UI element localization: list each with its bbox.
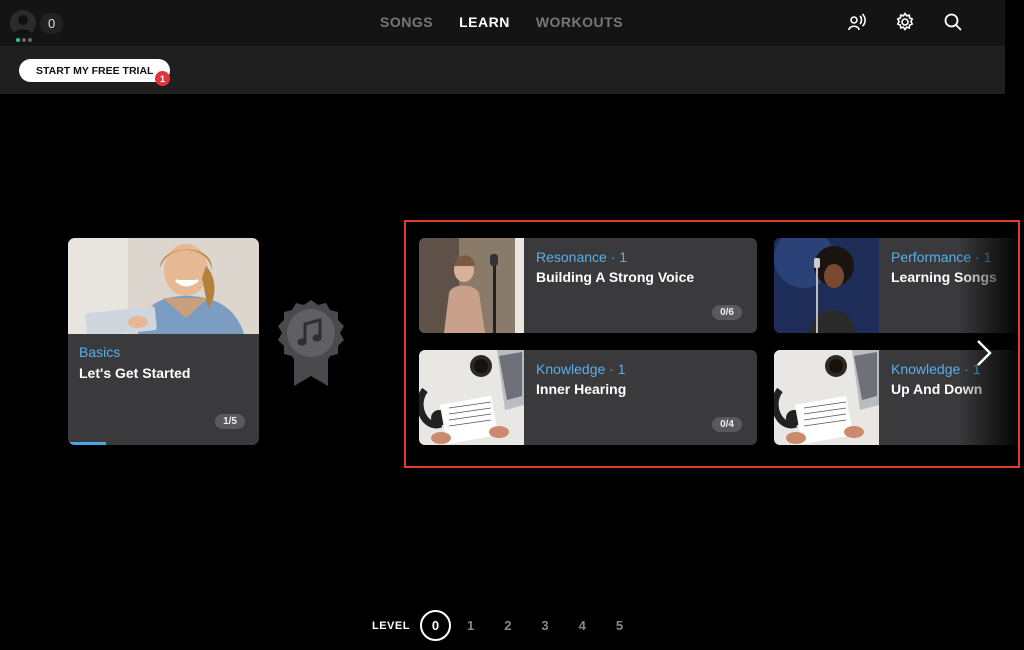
notification-badge: 1 bbox=[155, 71, 170, 86]
level-3[interactable]: 3 bbox=[541, 618, 548, 633]
nav-songs[interactable]: SONGS bbox=[380, 14, 433, 30]
lesson-thumbnail bbox=[419, 238, 524, 333]
main-nav: SONGS LEARN WORKOUTS bbox=[380, 14, 623, 30]
lesson-title: Learning Songs bbox=[891, 269, 997, 285]
level-selector: LEVEL 0 1 2 3 4 5 bbox=[372, 610, 653, 641]
lesson-thumbnail bbox=[774, 238, 879, 333]
lesson-progress: 0/4 bbox=[712, 417, 742, 432]
voice-icon[interactable] bbox=[847, 12, 867, 32]
music-note-badge-icon bbox=[278, 300, 344, 386]
level-label: LEVEL bbox=[372, 619, 410, 632]
lesson-category: Resonance · 1 bbox=[536, 249, 628, 265]
level-5[interactable]: 5 bbox=[616, 618, 623, 633]
profile-button[interactable]: 0 bbox=[10, 9, 64, 37]
lesson-card-learning-songs[interactable]: Performance · 1 Learning Songs bbox=[774, 238, 1018, 333]
lesson-title: Up And Down bbox=[891, 381, 983, 397]
lesson-thumbnail bbox=[419, 350, 524, 445]
lesson-card-inner-hearing[interactable]: Knowledge · 1 Inner Hearing 0/4 bbox=[419, 350, 757, 445]
level-2[interactable]: 2 bbox=[504, 618, 511, 633]
course-progress-fill bbox=[68, 442, 107, 445]
lesson-title: Inner Hearing bbox=[536, 381, 627, 397]
level-1[interactable]: 1 bbox=[467, 618, 474, 633]
lesson-thumbnail bbox=[774, 350, 879, 445]
chevron-right-icon[interactable] bbox=[974, 338, 994, 368]
course-title: Let's Get Started bbox=[79, 365, 191, 381]
top-nav-bar: 0 SONGS LEARN WORKOUTS bbox=[0, 0, 1005, 46]
lesson-category: Knowledge · 1 bbox=[891, 361, 981, 377]
lesson-category: Knowledge · 1 bbox=[536, 361, 626, 377]
course-photo bbox=[68, 238, 259, 334]
nav-workouts[interactable]: WORKOUTS bbox=[536, 14, 623, 30]
lesson-progress: 0/6 bbox=[712, 305, 742, 320]
course-progress-bar bbox=[68, 442, 259, 445]
header-actions bbox=[847, 12, 963, 32]
status-dots bbox=[16, 38, 32, 42]
coin-count: 0 bbox=[40, 12, 64, 34]
search-icon[interactable] bbox=[943, 12, 963, 32]
gear-icon[interactable] bbox=[895, 12, 915, 32]
lesson-title: Building A Strong Voice bbox=[536, 269, 695, 285]
current-course-card[interactable]: Basics Let's Get Started 1/5 bbox=[68, 238, 259, 445]
level-current[interactable]: 0 bbox=[419, 610, 451, 641]
avatar-icon bbox=[10, 10, 36, 36]
lesson-category: Performance · 1 bbox=[891, 249, 992, 265]
lesson-card-building-a-strong-voice[interactable]: Resonance · 1 Building A Strong Voice 0/… bbox=[419, 238, 757, 333]
nav-learn[interactable]: LEARN bbox=[459, 14, 510, 30]
start-free-trial-button[interactable]: START MY FREE TRIAL bbox=[19, 59, 171, 82]
course-progress-count: 1/5 bbox=[215, 414, 245, 429]
course-category: Basics bbox=[79, 344, 121, 360]
level-4[interactable]: 4 bbox=[579, 618, 586, 633]
lesson-carousel: Resonance · 1 Building A Strong Voice 0/… bbox=[404, 220, 1020, 468]
